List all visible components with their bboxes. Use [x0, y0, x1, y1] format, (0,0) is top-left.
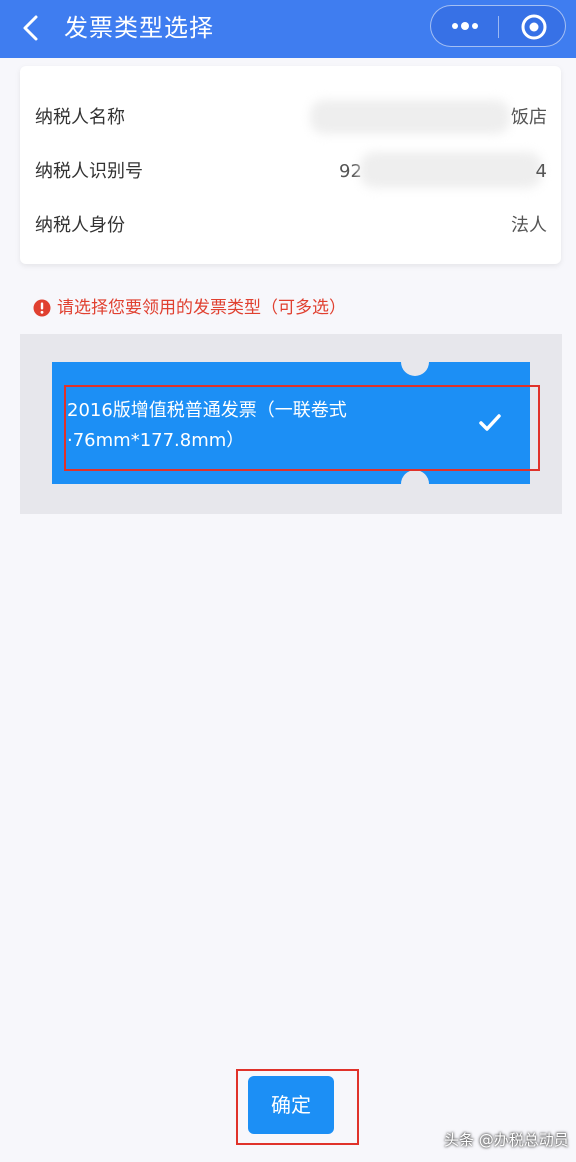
target-circle-icon[interactable]: [520, 13, 548, 41]
highlight-box: [236, 1069, 359, 1145]
redacted-blur: [360, 152, 542, 188]
taxpayer-id-suffix: 4: [535, 161, 547, 182]
redacted-blur: [310, 100, 510, 134]
taxpayer-id-prefix: 92: [339, 161, 362, 182]
taxpayer-status-label: 纳税人身份: [35, 215, 125, 236]
taxpayer-status-row: 纳税人身份 法人: [20, 206, 561, 246]
taxpayer-name-value: 饭店: [511, 107, 547, 128]
watermark: 头条 @办税总动员: [444, 1131, 569, 1149]
alert-circle-icon: [33, 299, 51, 317]
taxpayer-name-row: 纳税人名称 饭店: [20, 98, 561, 138]
taxpayer-id-label: 纳税人识别号: [35, 161, 143, 182]
taxpayer-name-label: 纳税人名称: [35, 107, 125, 128]
taxpayer-id-row: 纳税人识别号 92 4: [20, 152, 561, 192]
taxpayer-info-card: 纳税人名称 饭店 纳税人识别号 92 4 纳税人身份 法人: [20, 66, 561, 264]
highlight-box: [64, 385, 540, 471]
page-title: 发票类型选择: [64, 14, 214, 42]
notice-text: 请选择您要领用的发票类型（可多选）: [57, 298, 346, 318]
navigation-bar: 发票类型选择: [0, 0, 576, 58]
more-dots-icon[interactable]: [447, 16, 483, 36]
taxpayer-status-value: 法人: [511, 215, 547, 236]
chevron-left-icon[interactable]: [18, 13, 46, 43]
ticket-notch: [401, 348, 429, 376]
mini-program-capsule: [430, 5, 566, 47]
capsule-divider: [498, 16, 499, 38]
ticket-notch: [401, 470, 429, 498]
